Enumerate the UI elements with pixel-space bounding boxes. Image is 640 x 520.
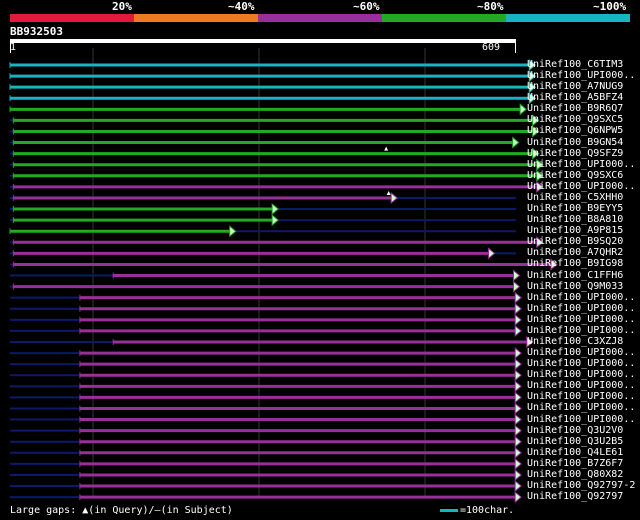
hit-label[interactable]: UniRef100_UPI000.. xyxy=(527,314,635,325)
hit-label[interactable]: UniRef100_UPI000.. xyxy=(527,325,635,336)
hit-label[interactable]: UniRef100_UPI000.. xyxy=(527,292,635,303)
hit-label[interactable]: UniRef100_Q4LE61 xyxy=(527,447,623,458)
hit-end-arrow xyxy=(514,324,522,337)
hit-end-arrow xyxy=(514,468,522,482)
hit-end-arrow xyxy=(514,413,522,426)
gap-subject-text: (in Subject) xyxy=(160,505,233,516)
hit-end-arrow xyxy=(514,479,522,493)
hit-end-arrow xyxy=(390,191,398,205)
hit-label[interactable]: UniRef100_C5XHH0 xyxy=(527,192,623,203)
hit-end-arrow xyxy=(512,280,521,293)
hit-label[interactable]: UniRef100_Q3U2V0 xyxy=(527,425,623,436)
hit-label[interactable]: UniRef100_Q92797 xyxy=(527,491,623,502)
hit-label[interactable]: UniRef100_UPI000.. xyxy=(527,380,635,391)
hit-label[interactable]: UniRef100_B9SQ20 xyxy=(527,236,623,247)
hit-end-arrow xyxy=(271,214,279,227)
hit-label[interactable]: UniRef100_A5BFZ4 xyxy=(527,92,623,103)
hit-label[interactable]: UniRef100_UPI000.. xyxy=(527,402,635,413)
hit-end-arrow xyxy=(514,402,522,415)
hit-label[interactable]: UniRef100_A9P815 xyxy=(527,225,623,236)
gap-query-text: (in Query)/ xyxy=(88,505,155,516)
hit-label[interactable]: UniRef100_Q3U2B5 xyxy=(527,436,623,447)
hit-end-arrow xyxy=(229,225,237,238)
hit-label[interactable]: UniRef100_UPI000.. xyxy=(527,159,635,170)
hit-label[interactable]: UniRef100_Q6NPW5 xyxy=(527,125,623,136)
scale-bar-icon xyxy=(440,508,458,512)
hit-end-arrow xyxy=(514,302,522,315)
hit-end-arrow xyxy=(514,491,522,504)
hit-label[interactable]: UniRef100_B9IG98 xyxy=(527,258,623,269)
hit-label[interactable]: UniRef100_B9EYY5 xyxy=(527,203,623,214)
hit-end-arrow xyxy=(514,435,522,448)
hit-label[interactable]: UniRef100_UPI000.. xyxy=(527,369,635,380)
hit-label[interactable]: UniRef100_Q9SFZ9 xyxy=(527,148,623,159)
hit-end-arrow xyxy=(514,391,522,404)
hit-label[interactable]: UniRef100_Q80X82 xyxy=(527,469,623,480)
hit-end-arrow xyxy=(514,457,522,470)
hit-label[interactable]: UniRef100_A7QHR2 xyxy=(527,247,623,258)
large-gaps-legend: Large gaps: ▲(in Query)/–(in Subject) xyxy=(10,505,233,516)
hit-label[interactable]: UniRef100_UPI000.. xyxy=(527,358,635,369)
hit-label[interactable]: UniRef100_B9R6Q7 xyxy=(527,103,623,114)
hit-label[interactable]: UniRef100_UPI000.. xyxy=(527,347,635,358)
hit-end-arrow xyxy=(514,424,522,437)
length-legend: =100char. xyxy=(440,505,514,516)
hit-end-arrow xyxy=(514,347,522,360)
hit-end-arrow xyxy=(512,269,521,282)
hit-end-arrow xyxy=(514,358,522,371)
hit-label[interactable]: UniRef100_B7Z6F7 xyxy=(527,458,623,469)
hit-label[interactable]: UniRef100_B9GN54 xyxy=(527,137,623,148)
hit-label[interactable]: UniRef100_C6TIM3 xyxy=(527,59,623,70)
hit-label[interactable]: UniRef100_B8A810 xyxy=(527,214,623,225)
hit-label[interactable]: UniRef100_Q9SXC5 xyxy=(527,114,623,125)
hit-end-arrow xyxy=(514,291,522,304)
hit-label[interactable]: UniRef100_Q92797-2 xyxy=(527,480,635,491)
gap-query-marker xyxy=(384,146,389,151)
hit-label[interactable]: UniRef100_A7NUG9 xyxy=(527,81,623,92)
hit-end-arrow xyxy=(514,313,522,326)
hit-end-arrow xyxy=(271,202,279,216)
hit-end-arrow xyxy=(512,136,520,149)
large-gaps-label: Large gaps: xyxy=(10,505,77,516)
hit-label[interactable]: UniRef100_UPI000.. xyxy=(527,70,635,81)
hit-end-arrow xyxy=(514,380,522,393)
hit-label[interactable]: UniRef100_UPI000.. xyxy=(527,391,635,402)
hit-label[interactable]: UniRef100_Q9M033 xyxy=(527,281,623,292)
hit-label[interactable]: UniRef100_C1FFH6 xyxy=(527,270,623,281)
length-legend-text: =100char. xyxy=(460,505,515,516)
hit-end-arrow xyxy=(514,369,522,382)
hit-end-arrow xyxy=(488,247,496,260)
hit-label[interactable]: UniRef100_UPI000.. xyxy=(527,303,635,314)
hit-end-arrow xyxy=(514,446,522,459)
hit-end-arrow xyxy=(519,103,527,116)
gap-query-marker xyxy=(386,190,391,195)
hit-label[interactable]: UniRef100_UPI000.. xyxy=(527,181,635,192)
hit-label[interactable]: UniRef100_UPI000.. xyxy=(527,414,635,425)
hit-label[interactable]: UniRef100_Q9SXC6 xyxy=(527,170,623,181)
hit-label[interactable]: UniRef100_C3XZJ8 xyxy=(527,336,623,347)
